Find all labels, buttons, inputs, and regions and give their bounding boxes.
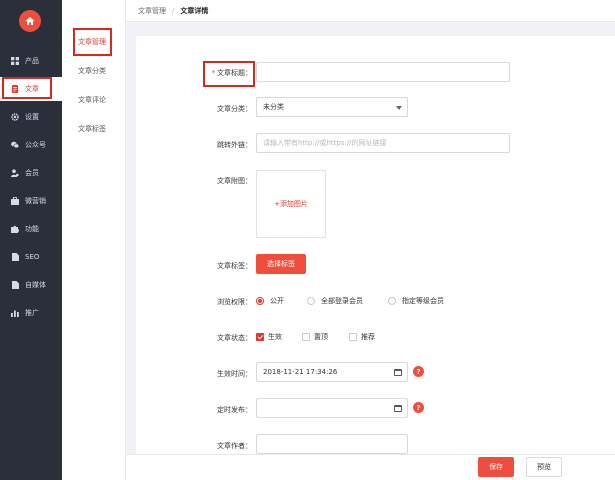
gear-icon	[11, 113, 19, 121]
permission-option-level-members[interactable]: 指定等级会员	[388, 296, 444, 306]
author-label: 文章作者：	[217, 442, 252, 450]
sidebar-item-label: 设置	[25, 113, 39, 121]
permission-option-all-members[interactable]: 全部登录会员	[307, 296, 363, 306]
sidebar-item-label: 微营销	[25, 197, 46, 205]
sidebar-item-label: 公众号	[25, 141, 46, 149]
status-label: 文章状态：	[217, 334, 252, 342]
category-select-value: 未分类	[263, 103, 284, 111]
effective-time-input[interactable]: 2018-11-21 17:34:26	[256, 362, 408, 382]
checkbox-unchecked[interactable]	[349, 333, 357, 341]
status-recommended-checkbox[interactable]: 推荐	[349, 332, 375, 342]
link-input[interactable]: 请输入带有http://或https://的网址链接	[256, 133, 510, 153]
calendar-icon[interactable]	[394, 405, 402, 412]
file-icon	[11, 281, 19, 289]
sidebar-item-label: 产品	[25, 57, 39, 65]
member-icon	[11, 169, 19, 177]
select-tags-button[interactable]: 选择标签	[256, 254, 306, 274]
attachment-label: 文章附图：	[217, 177, 252, 185]
checkbox-unchecked[interactable]	[302, 333, 310, 341]
scheduled-label: 定时发布：	[217, 406, 252, 414]
breadcrumb-parent[interactable]: 文章管理	[138, 6, 166, 16]
category-select[interactable]: 未分类	[256, 97, 408, 117]
checkbox-label: 生效	[268, 333, 282, 341]
submenu-item-article-tags[interactable]: 文章标签	[78, 124, 106, 134]
sidebar-item-marketing[interactable]: 微营销	[0, 189, 62, 213]
link-label: 跳转外链：	[217, 141, 252, 149]
main-sidebar: 产品 文章 设置 公众号 会员 微营销 功能 SEO 自媒体 推广	[0, 0, 62, 480]
radio-label: 指定等级会员	[402, 297, 444, 305]
sidebar-item-label: 会员	[25, 169, 39, 177]
sidebar-item-promotion[interactable]: 推广	[0, 301, 62, 325]
add-image-label: +添加图片	[274, 200, 308, 208]
sidebar-item-settings[interactable]: 设置	[0, 105, 62, 129]
sidebar-item-seo[interactable]: SEO	[0, 245, 62, 269]
sidebar-item-label: 自媒体	[25, 281, 46, 289]
chevron-down-icon	[396, 106, 402, 110]
home-icon	[25, 17, 35, 25]
category-label: 文章分类：	[217, 105, 252, 113]
checkbox-label: 推荐	[361, 333, 375, 341]
sidebar-item-members[interactable]: 会员	[0, 161, 62, 185]
bar-chart-icon	[11, 309, 19, 317]
submenu-item-article-comments[interactable]: 文章评论	[78, 95, 106, 105]
sidebar-item-label: 功能	[25, 225, 39, 233]
sidebar-item-media[interactable]: 自媒体	[0, 273, 62, 297]
highlight-box	[2, 77, 52, 99]
wechat-icon	[11, 141, 19, 149]
scheduled-input[interactable]	[256, 398, 408, 418]
puzzle-icon	[11, 225, 19, 233]
radio-unselected[interactable]	[307, 297, 315, 305]
radio-label: 全部登录会员	[321, 297, 363, 305]
sidebar-item-features[interactable]: 功能	[0, 217, 62, 241]
radio-unselected[interactable]	[388, 297, 396, 305]
highlight-box	[203, 61, 255, 87]
sidebar-item-wechat[interactable]: 公众号	[0, 133, 62, 157]
breadcrumb-separator: /	[172, 6, 175, 15]
submenu-item-article-categories[interactable]: 文章分类	[78, 66, 106, 76]
tags-label: 文章标签：	[217, 262, 252, 270]
home-button[interactable]	[19, 10, 41, 32]
breadcrumb: 文章管理 / 文章详情	[126, 0, 615, 22]
grid-icon	[11, 57, 19, 65]
breadcrumb-current: 文章详情	[180, 6, 209, 15]
article-submenu: 文章管理 文章分类 文章评论 文章标签	[62, 0, 126, 480]
author-input[interactable]	[256, 434, 408, 454]
status-active-checkbox[interactable]: 生效	[256, 332, 282, 342]
add-image-button[interactable]: +添加图片	[256, 170, 326, 238]
help-icon[interactable]: ?	[413, 366, 424, 377]
marketing-icon	[11, 197, 19, 205]
radio-label: 公开	[270, 297, 284, 305]
title-input[interactable]	[256, 62, 510, 82]
radio-selected[interactable]	[256, 297, 264, 305]
sidebar-item-label: 推广	[25, 309, 39, 317]
effective-time-value: 2018-11-21 17:34:26	[263, 368, 338, 376]
permission-label: 浏览权限：	[217, 298, 252, 306]
link-input-placeholder: 请输入带有http://或https://的网址链接	[263, 139, 387, 147]
preview-button[interactable]: 预览	[526, 457, 562, 477]
checkbox-label: 置顶	[314, 333, 328, 341]
sidebar-item-products[interactable]: 产品	[0, 49, 62, 73]
status-pinned-checkbox[interactable]: 置顶	[302, 332, 328, 342]
sidebar-item-label: SEO	[25, 253, 40, 261]
checkbox-checked[interactable]	[256, 333, 264, 341]
file-icon	[11, 253, 19, 261]
highlight-box	[73, 28, 112, 56]
permission-option-public[interactable]: 公开	[256, 296, 284, 306]
app-root: 产品 文章 设置 公众号 会员 微营销 功能 SEO 自媒体 推广 文章管理 文…	[0, 0, 615, 480]
effective-time-label: 生效时间：	[217, 370, 252, 378]
calendar-icon[interactable]	[394, 369, 402, 376]
save-button[interactable]: 保存	[478, 457, 514, 477]
help-icon[interactable]: ?	[413, 402, 424, 413]
